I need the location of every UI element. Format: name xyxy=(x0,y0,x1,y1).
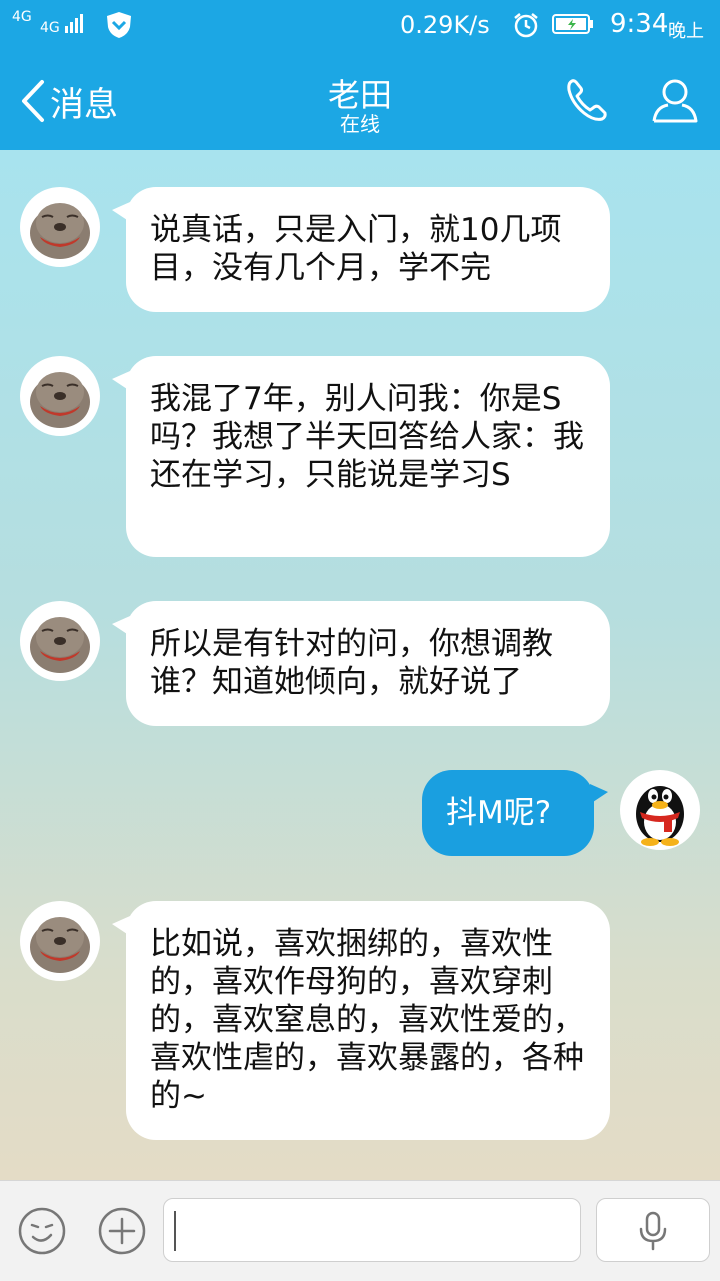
shield-icon xyxy=(107,12,131,38)
bubble-tail xyxy=(590,784,608,804)
signal-icon xyxy=(65,14,83,33)
microphone-icon xyxy=(639,1211,667,1251)
text-caret xyxy=(174,1211,176,1251)
chat-header: 消息 老田 在线 xyxy=(0,50,720,150)
contact-avatar[interactable] xyxy=(20,187,100,267)
dog-avatar-icon xyxy=(30,917,90,973)
network-speed: 0.29K/s xyxy=(400,11,490,39)
contact-status: 在线 xyxy=(340,112,380,136)
battery-icon xyxy=(552,14,593,34)
chat-area[interactable]: 说真话，只是入门，就10几项目，没有几个月，学不完 我混了7年，别人问我：你是S… xyxy=(0,150,720,1180)
message-bubble[interactable]: 所以是有针对的问，你想调教谁？知道她倾向，就好说了 xyxy=(126,601,610,726)
phone-icon[interactable] xyxy=(562,75,612,125)
voice-button[interactable] xyxy=(596,1198,710,1262)
alarm-icon xyxy=(514,13,538,38)
profile-icon[interactable] xyxy=(650,75,700,125)
contact-avatar[interactable] xyxy=(20,356,100,436)
message-bubble-outgoing[interactable]: 抖M呢? xyxy=(422,770,594,856)
dog-avatar-icon xyxy=(30,203,90,259)
emoji-icon[interactable] xyxy=(18,1207,66,1255)
input-bar xyxy=(0,1180,720,1281)
dog-avatar-icon xyxy=(30,372,90,428)
network-indicator-secondary: 4G xyxy=(40,20,60,36)
network-indicator: 4G xyxy=(12,9,32,25)
plus-icon[interactable] xyxy=(98,1207,146,1255)
status-bar: 4G 4G 0.29K/s 9:34 晚上 xyxy=(0,0,720,50)
self-avatar[interactable] xyxy=(620,770,700,850)
message-bubble[interactable]: 比如说，喜欢捆绑的，喜欢性的，喜欢作母狗的，喜欢穿刺的，喜欢窒息的，喜欢性爱的，… xyxy=(126,901,610,1140)
contact-avatar[interactable] xyxy=(20,601,100,681)
message-bubble[interactable]: 说真话，只是入门，就10几项目，没有几个月，学不完 xyxy=(126,187,610,312)
clock: 9:34 xyxy=(610,9,669,39)
dog-avatar-icon xyxy=(30,617,90,673)
contact-avatar[interactable] xyxy=(20,901,100,981)
penguin-avatar-icon xyxy=(636,786,684,846)
clock-period: 晚上 xyxy=(668,21,704,42)
message-bubble[interactable]: 我混了7年，别人问我：你是S吗？我想了半天回答给人家：我还在学习，只能说是学习S xyxy=(126,356,610,557)
message-input[interactable] xyxy=(163,1198,581,1262)
